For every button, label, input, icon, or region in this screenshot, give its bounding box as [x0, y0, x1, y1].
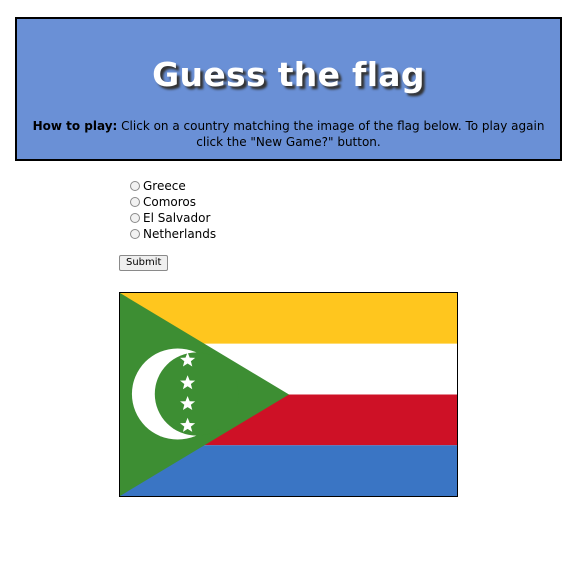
answer-options: Greece Comoros El Salvador Netherlands: [130, 178, 216, 242]
flag-image: [119, 292, 458, 497]
option-label: El Salvador: [143, 211, 211, 225]
option-el-salvador[interactable]: El Salvador: [130, 210, 216, 226]
radio-button[interactable]: [130, 213, 140, 223]
crescent-inner: [154, 352, 239, 436]
instructions-text: Click on a country matching the image of…: [121, 119, 545, 149]
page-title: Guess the flag: [152, 55, 425, 94]
instructions-label: How to play:: [32, 119, 118, 133]
option-netherlands[interactable]: Netherlands: [130, 226, 216, 242]
option-comoros[interactable]: Comoros: [130, 194, 216, 210]
radio-button[interactable]: [130, 229, 140, 239]
radio-button[interactable]: [130, 197, 140, 207]
option-label: Greece: [143, 179, 186, 193]
instructions: How to play: Click on a country matching…: [25, 118, 552, 150]
header-banner: Guess the flag How to play: Click on a c…: [15, 17, 562, 161]
option-label: Netherlands: [143, 227, 217, 241]
option-greece[interactable]: Greece: [130, 178, 216, 194]
submit-button[interactable]: Submit: [119, 255, 169, 271]
option-label: Comoros: [143, 195, 197, 209]
radio-button[interactable]: [130, 181, 140, 191]
